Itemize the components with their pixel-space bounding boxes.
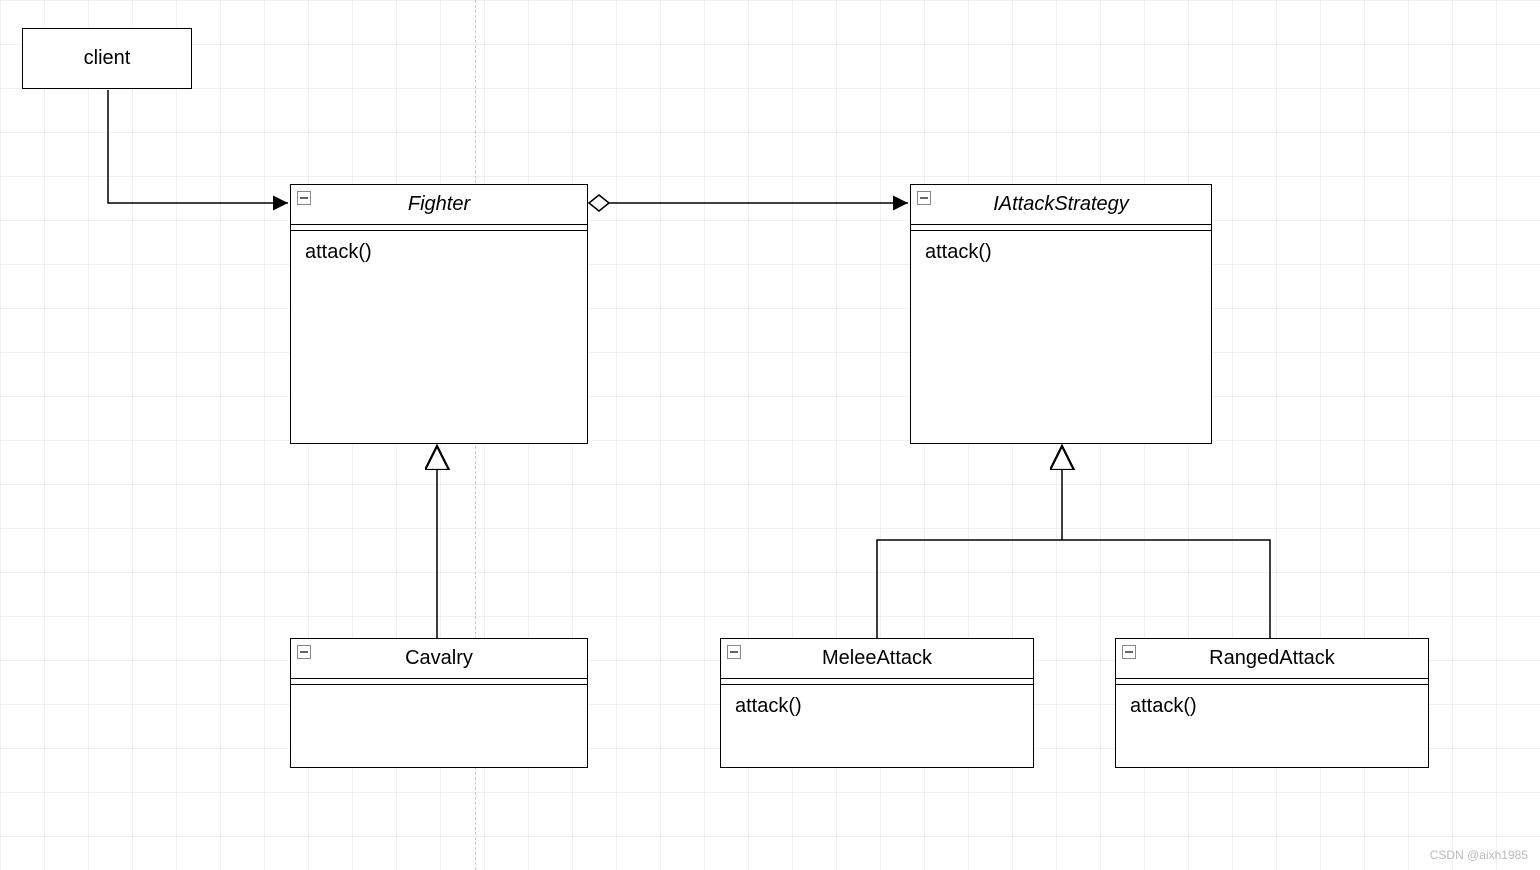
class-iattackstrategy-header: IAttackStrategy	[911, 185, 1211, 225]
collapse-icon[interactable]	[297, 645, 311, 659]
class-fighter-method: attack()	[305, 241, 372, 263]
gen-branch-horizontal	[877, 540, 1270, 638]
class-iattackstrategy-methods: attack()	[911, 231, 1211, 443]
class-cavalry-header: Cavalry	[291, 639, 587, 679]
assoc-client-fighter	[108, 90, 288, 203]
class-rangedattack[interactable]: RangedAttack attack()	[1115, 638, 1429, 768]
collapse-icon[interactable]	[1122, 645, 1136, 659]
class-rangedattack-method: attack()	[1130, 695, 1197, 717]
class-rangedattack-methods: attack()	[1116, 685, 1428, 767]
class-fighter-methods: attack()	[291, 231, 587, 443]
watermark: CSDN @aixh1985	[1430, 848, 1528, 862]
aggregation-diamond-icon	[589, 195, 609, 211]
class-meleeattack-header: MeleeAttack	[721, 639, 1033, 679]
class-meleeattack-name: MeleeAttack	[822, 647, 932, 669]
class-cavalry[interactable]: Cavalry	[290, 638, 588, 768]
collapse-icon[interactable]	[727, 645, 741, 659]
class-iattackstrategy-method: attack()	[925, 241, 992, 263]
class-fighter[interactable]: Fighter attack()	[290, 184, 588, 444]
class-fighter-header: Fighter	[291, 185, 587, 225]
class-meleeattack-method: attack()	[735, 695, 802, 717]
class-rangedattack-header: RangedAttack	[1116, 639, 1428, 679]
class-cavalry-methods	[291, 685, 587, 767]
class-client[interactable]: client	[22, 28, 192, 89]
class-meleeattack[interactable]: MeleeAttack attack()	[720, 638, 1034, 768]
class-meleeattack-methods: attack()	[721, 685, 1033, 767]
collapse-icon[interactable]	[917, 191, 931, 205]
class-cavalry-name: Cavalry	[405, 647, 473, 669]
collapse-icon[interactable]	[297, 191, 311, 205]
class-iattackstrategy[interactable]: IAttackStrategy attack()	[910, 184, 1212, 444]
class-rangedattack-name: RangedAttack	[1209, 647, 1335, 669]
watermark-text: CSDN @aixh1985	[1430, 848, 1528, 862]
class-fighter-name: Fighter	[408, 193, 470, 215]
class-client-label: client	[84, 47, 131, 69]
class-iattackstrategy-name: IAttackStrategy	[993, 193, 1129, 215]
